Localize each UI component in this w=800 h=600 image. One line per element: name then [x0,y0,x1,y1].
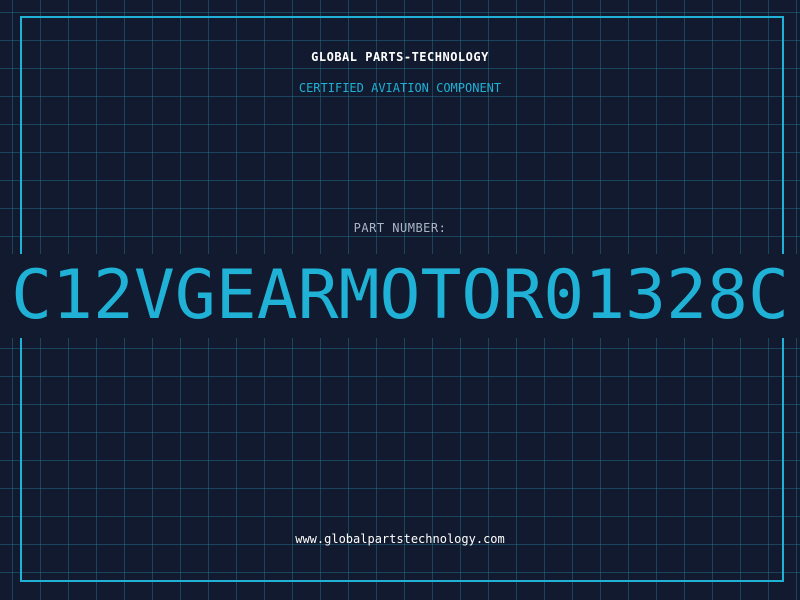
part-number-band: C12VGEARMOTOR01328C [0,254,800,338]
part-number-label: PART NUMBER: [353,221,447,235]
website-url[interactable]: www.globalpartstechnology.com [0,532,800,546]
certification-subtitle: CERTIFIED AVIATION COMPONENT [298,81,502,95]
certificate-page: GLOBAL PARTS-TECHNOLOGY CERTIFIED AVIATI… [0,0,800,600]
company-name: GLOBAL PARTS-TECHNOLOGY [311,50,489,64]
part-number-value: C12VGEARMOTOR01328C [11,256,789,335]
